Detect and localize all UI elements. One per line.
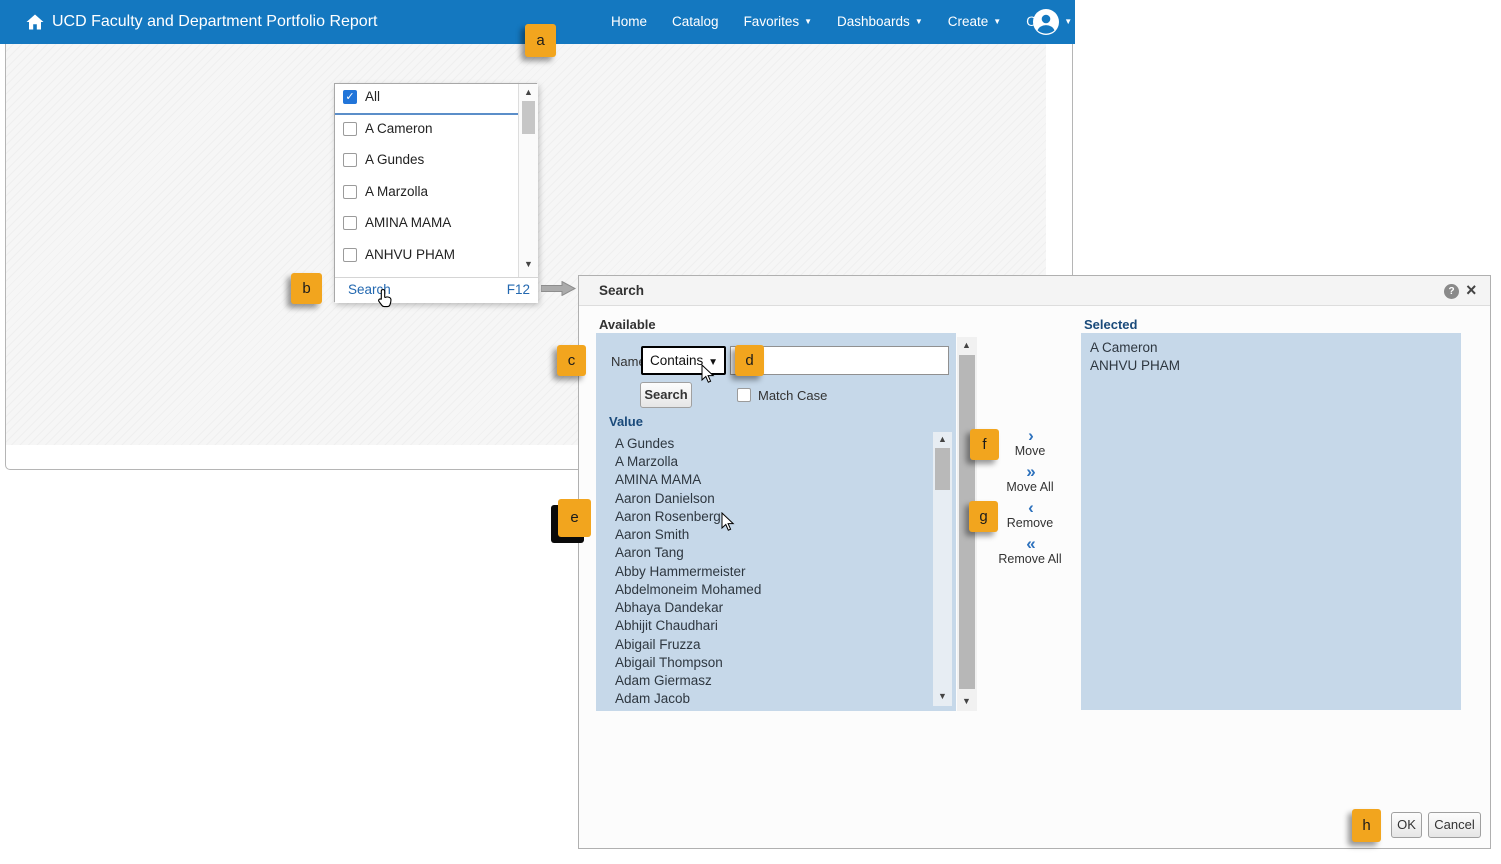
selected-panel: A Cameron ANHVU PHAM [1081,333,1461,710]
move-all-button[interactable]: » Move All [985,464,1075,494]
available-panel: Name Contains ▼ Search Match Case Value … [596,333,956,711]
scroll-thumb[interactable] [935,448,950,490]
chevron-down-icon: ▼ [708,357,718,368]
checkbox-icon[interactable] [343,216,357,230]
nav-catalog[interactable]: Catalog [672,0,719,44]
list-item[interactable]: Abigail Fruzza [615,637,701,652]
match-case-checkbox[interactable] [737,388,751,402]
annotation-badge-d: d [735,345,764,376]
list-item[interactable]: Abhijit Chaudhari [615,618,718,633]
remove-all-button[interactable]: « Remove All [985,536,1075,566]
annotation-badge-a: a [525,24,556,57]
screen: UCD Faculty and Department Portfolio Rep… [0,0,1501,864]
scroll-up-arrow[interactable]: ▲ [962,341,971,350]
dialog-titlebar: Search ? × [579,276,1490,306]
list-item[interactable]: Aaron Smith [615,527,689,542]
chevron-left-icon: ‹ [985,500,1075,516]
chevron-down-icon: ▼ [804,17,812,26]
list-item[interactable]: Aaron Tang [615,545,684,560]
scroll-thumb[interactable] [522,101,535,134]
annotation-badge-b: b [291,273,322,304]
dialog-title: Search [599,276,644,306]
chevron-down-icon: ▼ [915,17,923,26]
annotation-badge-c: c [557,345,586,376]
search-shortcut-key: F12 [507,282,530,297]
scroll-up-arrow[interactable]: ▲ [938,435,947,444]
close-icon[interactable]: × [1466,279,1477,301]
search-dialog: Search ? × Available Name Contains ▼ Sea… [578,275,1491,849]
list-item[interactable]: Adam Giermasz [615,673,712,688]
dropdown-scrollbar[interactable]: ▲ ▼ [518,84,538,277]
available-heading: Available [599,317,656,332]
remove-button[interactable]: ‹ Remove [985,500,1075,530]
selected-item[interactable]: A Cameron [1090,340,1158,355]
user-avatar-icon[interactable] [1033,9,1059,35]
header-nav: Home Catalog Favorites▼ Dashboards▼ Crea… [611,0,1072,44]
home-icon[interactable] [26,14,44,30]
selected-item[interactable]: ANHVU PHAM [1090,358,1180,373]
checkbox-icon[interactable] [343,153,357,167]
dialog-help-icon[interactable]: ? [1444,284,1459,299]
scroll-down-arrow[interactable]: ▼ [938,692,947,701]
list-item[interactable]: Abby Hammermeister [615,564,746,579]
double-chevron-right-icon: » [985,464,1075,480]
chevron-down-icon: ▼ [993,17,1001,26]
page-title: UCD Faculty and Department Portfolio Rep… [52,0,377,44]
cancel-button[interactable]: Cancel [1428,812,1481,838]
list-item[interactable]: Abhaya Dandekar [615,600,723,615]
match-case-label: Match Case [758,388,827,403]
ok-button[interactable]: OK [1391,812,1422,838]
pi-dropdown-popup: ✓ All A Cameron A Gundes A Marzolla AMIN… [334,83,537,302]
list-item[interactable]: Aaron Rosenberg [615,509,721,524]
list-item[interactable]: Aaron Danielson [615,491,715,506]
nav-home[interactable]: Home [611,0,647,44]
nav-create[interactable]: Create▼ [948,0,1001,44]
annotation-badge-f: f [970,429,999,460]
dialog-search-button[interactable]: Search [640,382,692,408]
list-item[interactable]: A Gundes [615,436,674,451]
annotation-badge-g: g [969,501,998,532]
list-item[interactable]: Abdelmoneim Mohamed [615,582,761,597]
checkbox-icon[interactable] [343,248,357,262]
nav-favorites[interactable]: Favorites▼ [744,0,812,44]
chevron-down-icon: ▼ [1064,17,1072,26]
annotation-badge-e: e [558,499,591,537]
list-item[interactable]: Abigail Thompson [615,655,723,670]
list-item[interactable]: Adam Jacob [615,691,690,706]
double-chevron-left-icon: « [985,536,1075,552]
dropdown-search-link[interactable]: Search [348,282,391,297]
search-operator-select[interactable]: Contains ▼ [641,346,726,375]
dropdown-search-row: Search F12 [335,277,538,303]
checkbox-icon[interactable] [343,122,357,136]
scroll-down-arrow[interactable]: ▼ [524,260,533,269]
value-list-scrollbar[interactable]: ▲ ▼ [933,432,952,706]
nav-dashboards[interactable]: Dashboards▼ [837,0,923,44]
checkbox-checked-icon[interactable]: ✓ [343,90,357,104]
annotation-badge-h: h [1352,809,1381,842]
list-item[interactable]: AMINA MAMA [615,472,701,487]
scroll-down-arrow[interactable]: ▼ [962,697,971,706]
list-item[interactable]: A Marzolla [615,454,678,469]
callout-arrow-icon [541,281,577,296]
checkbox-icon[interactable] [343,185,357,199]
dropdown-separator [335,113,518,115]
selected-heading: Selected [1084,317,1137,332]
value-heading: Value [609,414,643,429]
scroll-up-arrow[interactable]: ▲ [524,88,533,97]
